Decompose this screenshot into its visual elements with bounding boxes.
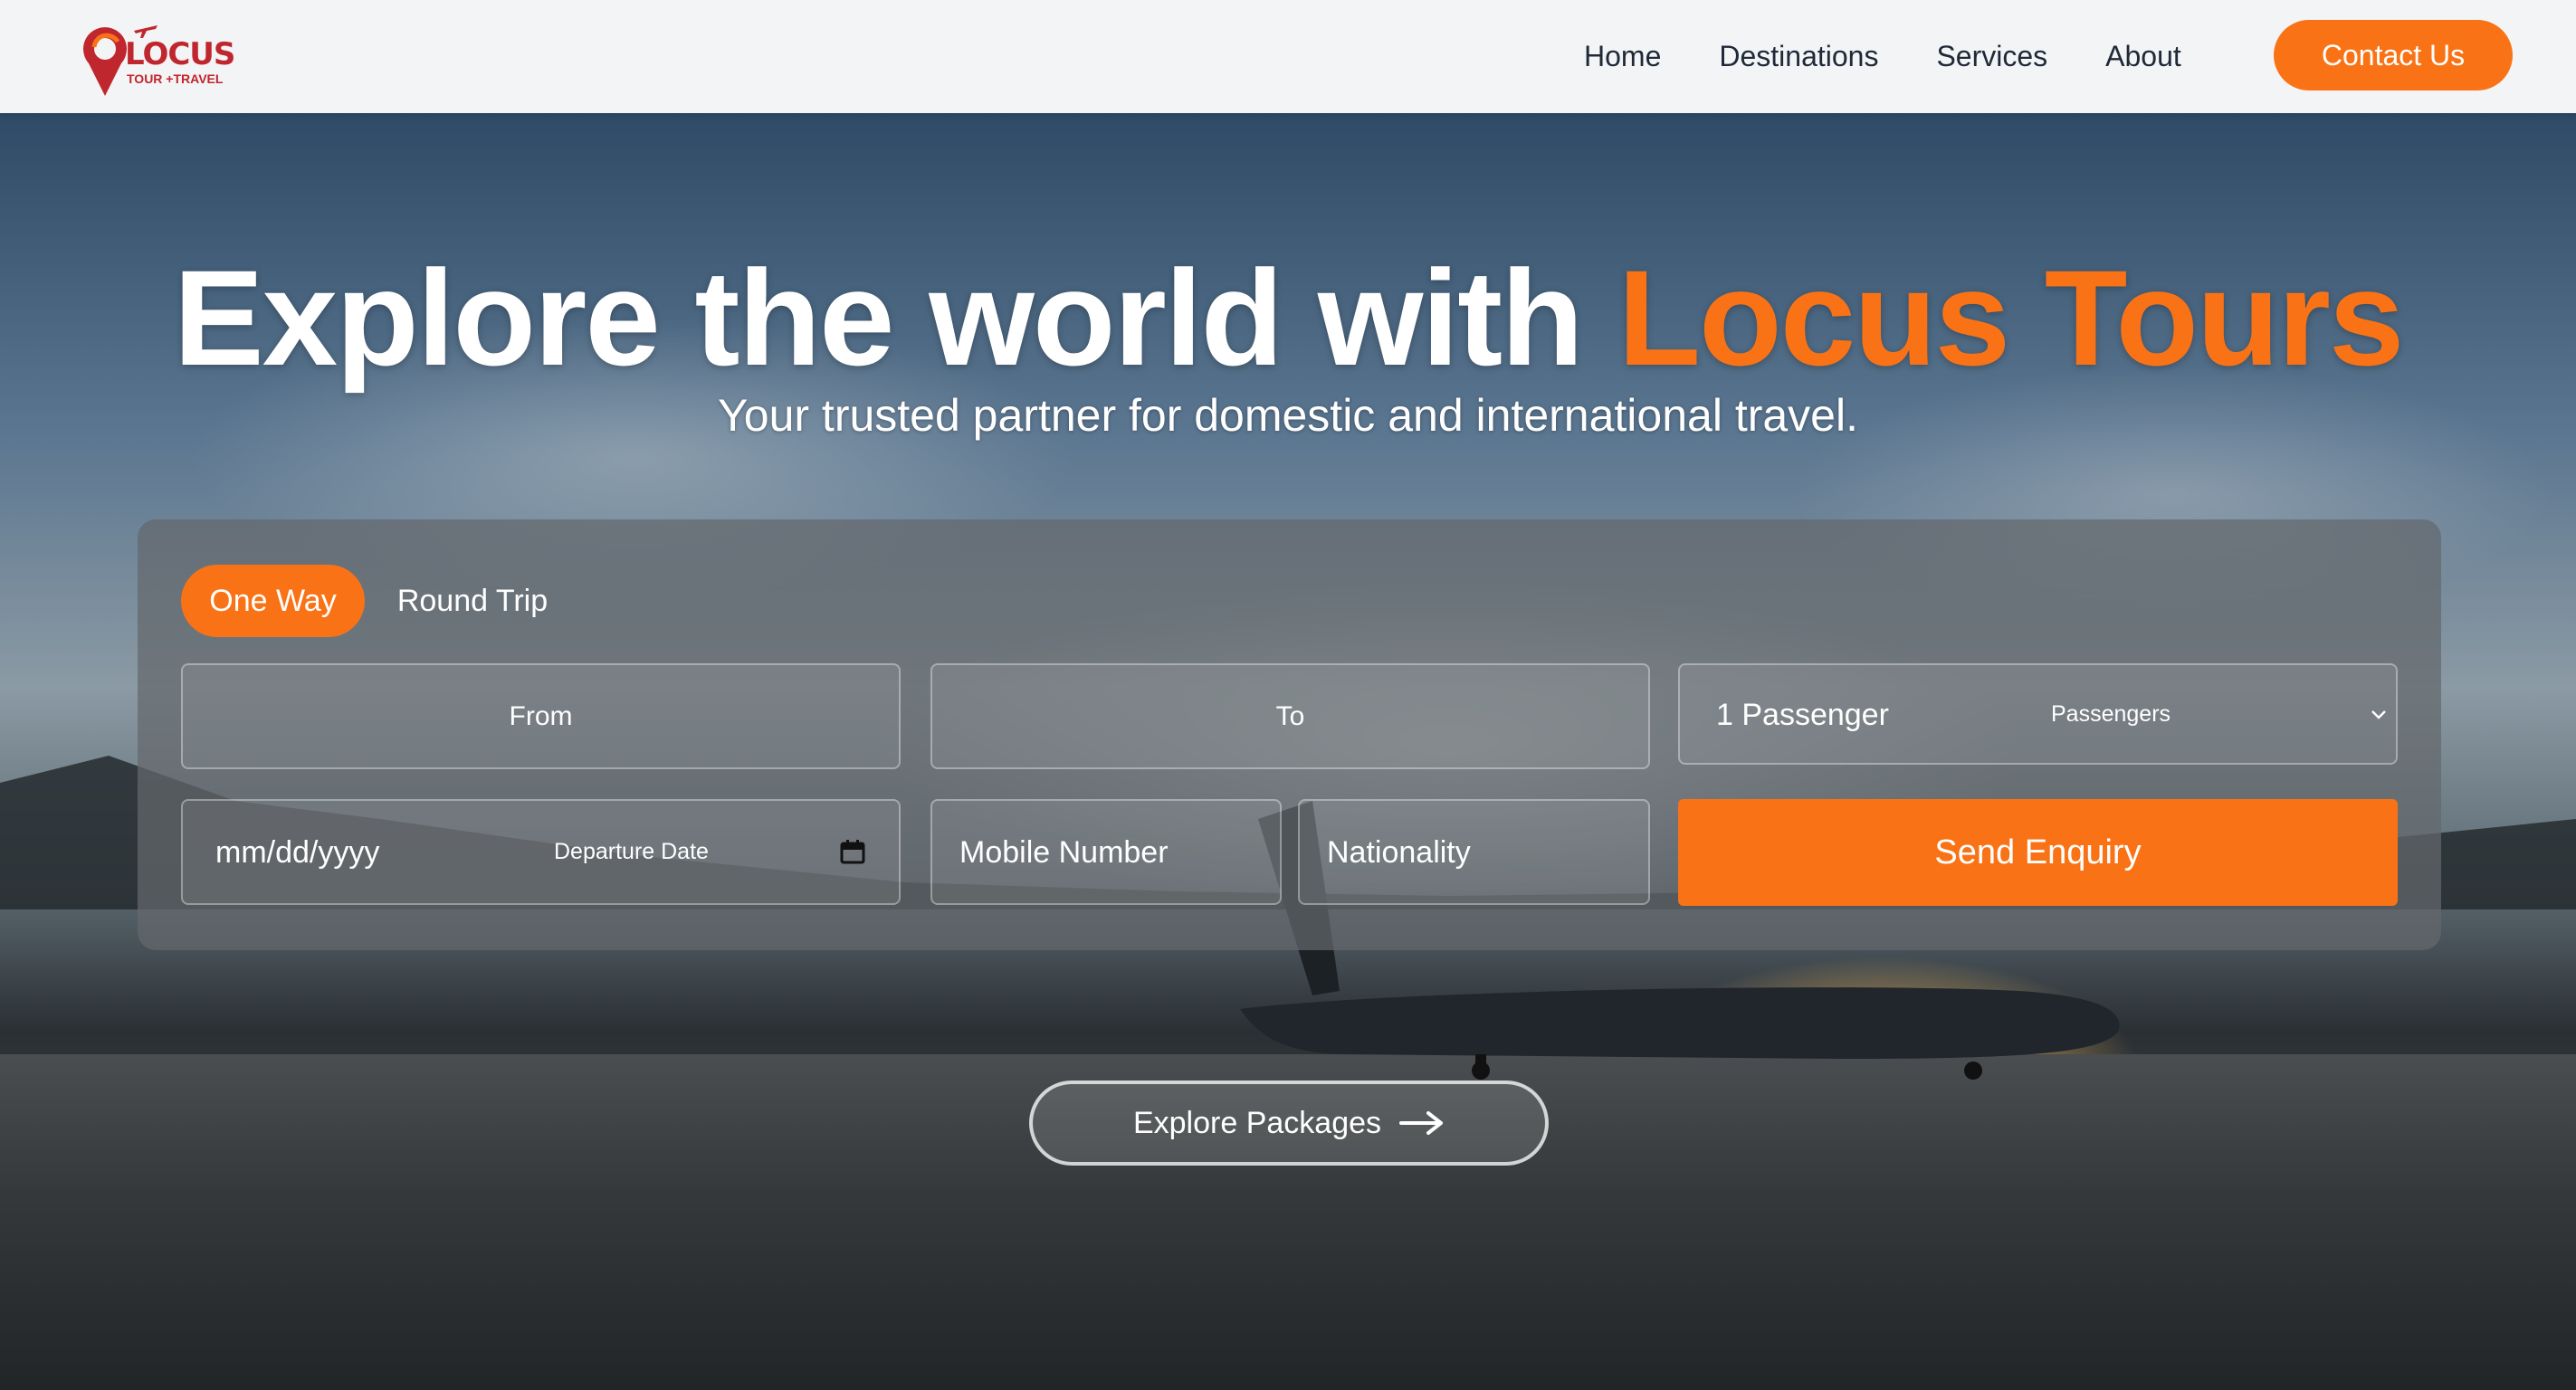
hero-section: Explore the world with Locus Tours Your … [0,113,2576,1390]
passengers-label: Passengers [2051,701,2171,727]
booking-panel: One Way Round Trip From To 1 Passenger P… [138,519,2441,950]
arrow-right-icon [1399,1111,1444,1135]
brand-name: LOCUS [125,36,235,72]
nav-services[interactable]: Services [1936,40,2047,73]
hero-title-prefix: Explore the world with [173,242,1618,394]
calendar-icon[interactable] [840,839,865,864]
logo-pin-icon [83,27,127,96]
passengers-select[interactable]: 1 Passenger Passengers [1678,663,2398,765]
chevron-down-icon [2371,710,2386,719]
nav-destinations[interactable]: Destinations [1719,40,1878,73]
to-field[interactable]: To [930,663,1650,769]
tab-round-trip[interactable]: Round Trip [382,565,563,637]
to-label: To [1275,701,1305,731]
main-nav: Home Destinations Services About [1539,0,2239,113]
mobile-placeholder: Mobile Number [959,835,1169,870]
hero-title: Explore the world with Locus Tours [0,240,2576,396]
hero-title-accent: Locus Tours [1617,242,2404,394]
contact-us-button[interactable]: Contact Us [2274,20,2513,90]
departure-date-field[interactable]: mm/dd/yyyy Departure Date [181,799,901,905]
nav-home[interactable]: Home [1584,40,1661,73]
top-navbar: LOCUS TOUR +TRAVEL Home Destinations Ser… [0,0,2576,113]
explore-packages-button[interactable]: Explore Packages [1029,1081,1549,1166]
hero-subtitle: Your trusted partner for domestic and in… [718,390,1858,441]
date-value: mm/dd/yyyy [215,835,380,870]
nav-about[interactable]: About [2105,40,2181,73]
tab-one-way[interactable]: One Way [181,565,365,637]
from-field[interactable]: From [181,663,901,769]
date-label: Departure Date [554,839,709,864]
explore-packages-label: Explore Packages [1132,1105,1382,1140]
passengers-value: 1 Passenger [1716,698,1889,732]
send-enquiry-button[interactable]: Send Enquiry [1678,799,2398,906]
brand-tagline: TOUR +TRAVEL [127,71,224,86]
nationality-input[interactable]: Nationality [1298,799,1650,905]
nationality-placeholder: Nationality [1327,835,1471,870]
brand-logo[interactable]: LOCUS TOUR +TRAVEL [78,16,235,98]
from-label: From [509,701,573,731]
mobile-number-input[interactable]: Mobile Number [930,799,1282,905]
